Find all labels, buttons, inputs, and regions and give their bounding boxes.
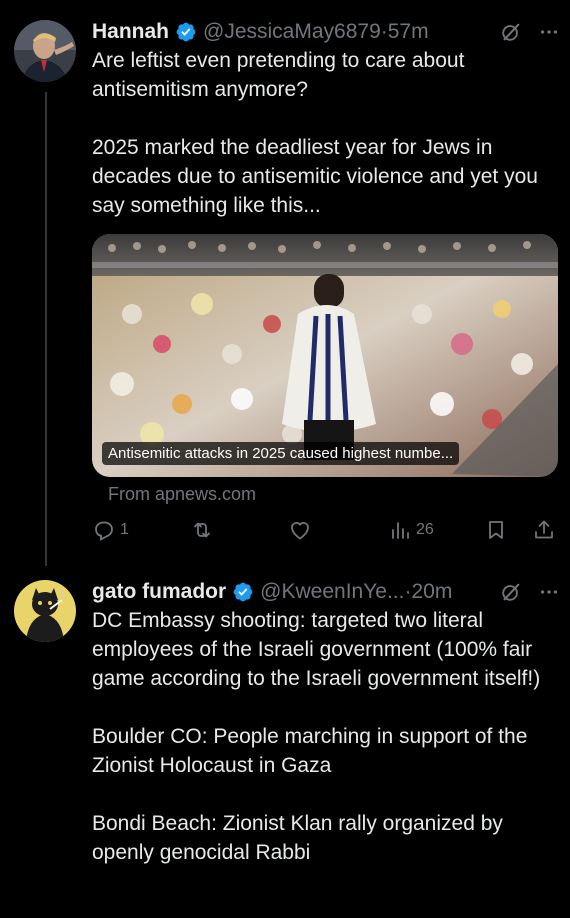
tweet[interactable]: gato fumador @KweenInYe... · 20m DC Emba… — [0, 566, 570, 918]
card-image — [92, 234, 558, 477]
bookmark-icon — [489, 521, 503, 539]
avatar[interactable] — [14, 20, 76, 82]
separator-dot: · — [404, 580, 412, 603]
views-icon — [392, 522, 409, 539]
verified-badge-icon — [233, 582, 253, 602]
tweet-paragraph: Boulder CO: People marching in support o… — [92, 725, 528, 777]
tweet-header: gato fumador @KweenInYe... · 20m — [92, 578, 560, 606]
share-icon — [535, 520, 553, 539]
handle[interactable]: @JessicaMay6879 — [203, 20, 381, 44]
reply-button[interactable]: 1 — [92, 518, 129, 542]
reply-icon — [95, 521, 113, 541]
like-button[interactable] — [288, 518, 316, 542]
tweet-text: Are leftist even pretending to care abou… — [92, 46, 552, 220]
more-icon[interactable] — [538, 21, 560, 43]
timestamp[interactable]: 20m — [411, 580, 452, 604]
tweet-paragraph: DC Embassy shooting: targeted two litera… — [92, 609, 541, 690]
repost-icon — [194, 522, 210, 538]
share-button[interactable] — [532, 518, 556, 542]
display-name[interactable]: gato fumador — [92, 580, 226, 604]
grok-icon[interactable] — [500, 21, 522, 43]
handle[interactable]: @KweenInYe... — [260, 580, 404, 604]
reply-count: 1 — [120, 521, 129, 538]
views-count: 26 — [416, 521, 434, 538]
display-name[interactable]: Hannah — [92, 20, 169, 44]
more-icon[interactable] — [538, 581, 560, 603]
tweet[interactable]: Hannah @JessicaMay6879 · 57m Are leftist… — [0, 0, 570, 566]
tweet-header: Hannah @JessicaMay6879 · 57m — [92, 18, 560, 46]
verified-badge-icon — [176, 22, 196, 42]
tweet-paragraph: Bondi Beach: Zionist Klan rally organize… — [92, 812, 503, 864]
separator-dot: · — [380, 20, 388, 43]
card-caption: Antisemitic attacks in 2025 caused highe… — [102, 442, 460, 465]
tweet-paragraph: 2025 marked the deadliest year for Jews … — [92, 136, 538, 217]
avatar[interactable] — [14, 580, 76, 642]
tweet-paragraph: Are leftist even pretending to care abou… — [92, 49, 465, 101]
action-bar: 1 26 — [92, 518, 558, 546]
tweet-text: DC Embassy shooting: targeted two litera… — [92, 606, 552, 867]
views-button[interactable]: 26 — [388, 518, 434, 542]
repost-button[interactable] — [190, 518, 218, 542]
bookmark-button[interactable] — [484, 518, 508, 542]
timestamp[interactable]: 57m — [388, 20, 429, 44]
like-icon — [291, 522, 309, 540]
card-source[interactable]: From apnews.com — [108, 484, 256, 505]
link-card[interactable]: Antisemitic attacks in 2025 caused highe… — [92, 234, 558, 477]
grok-icon[interactable] — [500, 581, 522, 603]
